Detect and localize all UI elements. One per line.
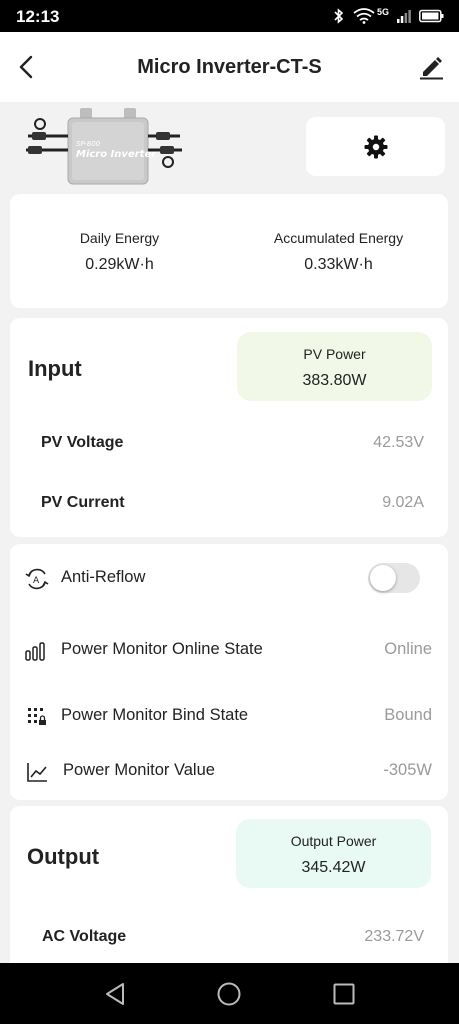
output-power-label: Output Power [290,833,377,849]
status-icons: 5G [333,7,445,24]
daily-energy-label: Daily Energy [79,230,160,246]
toggle-knob [370,565,396,591]
output-card: Output Output Power 345.42W AC Voltage 2… [10,806,448,986]
monitor-value-label: Power Monitor Value [63,761,215,779]
power-monitor-card: A Anti-Reflow Power Monitor Online State… [10,544,448,800]
online-state-value: Online [384,640,432,658]
online-state-row: Power Monitor Online State Online [10,630,448,670]
input-card: Input PV Power 383.80W PV Voltage 42.53V… [10,318,448,537]
output-power-value: 345.42W [301,859,366,876]
anti-reflow-label: Anti-Reflow [61,568,146,586]
bind-state-value: Bound [384,706,432,724]
pv-power-label: PV Power [303,346,366,362]
settings-button[interactable] [306,117,445,176]
output-section-title: Output [27,844,100,869]
bind-state-label: Power Monitor Bind State [61,706,249,724]
device-product-label: Micro Inverter [76,149,157,160]
ac-voltage-label: AC Voltage [42,928,127,945]
network-type-label: 5G [376,7,389,17]
daily-energy-value: 0.29kW·h [85,256,154,273]
line-chart-icon [27,763,47,782]
pv-current-value: 9.02A [382,494,424,511]
energy-card: Daily Energy 0.29kW·h Accumulated Energy… [10,194,448,308]
online-state-label: Power Monitor Online State [61,640,263,658]
nav-back-icon[interactable] [101,980,129,1008]
pv-power-value: 383.80W [302,372,367,389]
monitor-value-row: Power Monitor Value -305W [10,751,448,791]
micro-inverter-image: SP-800 Micro Inverter [26,108,182,185]
pv-current-label: PV Current [41,494,125,511]
status-time: 12:13 [16,7,60,26]
anti-reflow-toggle[interactable] [368,563,420,593]
gear-icon [364,135,387,158]
pv-voltage-label: PV Voltage [41,434,124,451]
bars-icon [25,642,45,661]
grid-lock-icon [28,708,46,725]
status-bar: 12:13 5G [0,0,459,32]
monitor-value-value: -305W [383,761,432,779]
pencil-icon[interactable] [417,52,445,80]
system-nav-bar [0,963,459,1024]
signal-icon [397,10,411,23]
accumulated-energy-label: Accumulated Energy [273,230,404,246]
accumulated-energy: Accumulated Energy 0.33kW·h [229,230,448,274]
input-section-title: Input [28,356,82,381]
daily-energy: Daily Energy 0.29kW·h [10,230,229,274]
accumulated-energy-value: 0.33kW·h [304,256,373,273]
nav-home-icon[interactable] [215,980,243,1008]
nav-recents-icon[interactable] [330,980,358,1008]
ac-voltage-value: 233.72V [364,928,424,945]
wifi-icon [353,8,375,24]
app-header: Micro Inverter-CT-S [0,32,459,102]
bind-state-row: Power Monitor Bind State Bound [10,696,448,736]
bluetooth-icon [334,8,344,24]
pv-power-box: PV Power 383.80W [237,332,432,401]
page-title: Micro Inverter-CT-S [137,56,322,78]
auto-refresh-icon: A [25,568,49,590]
anti-reflow-row: A Anti-Reflow [10,558,448,598]
device-model-label: SP-800 [76,140,101,148]
battery-icon [419,9,444,23]
output-power-box: Output Power 345.42W [236,819,431,888]
pv-voltage-value: 42.53V [373,434,424,451]
svg-text:A: A [33,576,40,586]
